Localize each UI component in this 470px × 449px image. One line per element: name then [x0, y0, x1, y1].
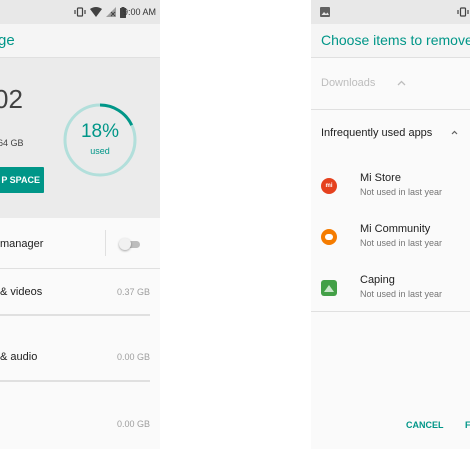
- apps-section-header[interactable]: Infrequently used apps: [311, 120, 470, 146]
- storage-used-number: 02: [0, 84, 23, 114]
- chevron-up-icon: [451, 130, 458, 135]
- status-time: 9:00 AM: [122, 7, 156, 17]
- toggle-thumb: [119, 238, 131, 250]
- app-item-caping[interactable]: Caping Not used in last year: [311, 274, 470, 314]
- caping-icon: [321, 280, 337, 296]
- storage-summary-card: 02 64 GB P SPACE 18% used: [0, 58, 160, 218]
- dialog-title: Choose items to remove: [321, 32, 470, 48]
- section-divider: [311, 109, 470, 110]
- free-up-space-label: P SPACE: [1, 175, 40, 185]
- storage-manager-toggle[interactable]: [119, 238, 141, 250]
- free-up-button[interactable]: F: [465, 420, 470, 430]
- app-name: Mi Community: [360, 223, 431, 235]
- apps-section-label: Infrequently used apps: [321, 127, 433, 139]
- image-notification-icon: [320, 7, 330, 17]
- storage-total-label: 64 GB: [0, 138, 24, 148]
- status-bar: [311, 0, 470, 24]
- app-item-mi-store[interactable]: mi Mi Store Not used in last year: [311, 172, 470, 212]
- downloads-section-header[interactable]: Downloads: [311, 70, 470, 96]
- status-bar: 9:00 AM: [0, 0, 160, 24]
- used-label: used: [90, 146, 110, 156]
- storage-manager-label: manager: [0, 238, 44, 250]
- mi-community-icon: [321, 229, 337, 245]
- app-name: Mi Store: [360, 172, 401, 184]
- videos-size: 0.37 GB: [116, 287, 150, 297]
- storage-screen: 9:00 AM ge 02 64 GB P SPACE 18% used man…: [0, 0, 160, 449]
- videos-progress-bar: [0, 314, 150, 316]
- app-status: Not used in last year: [360, 187, 443, 197]
- wifi-icon: [90, 7, 102, 17]
- app-status: Not used in last year: [360, 238, 443, 248]
- page-title: ge: [0, 32, 15, 49]
- app-bar: ge: [0, 24, 160, 58]
- list-divider: [311, 311, 470, 312]
- audio-size: 0.00 GB: [116, 352, 150, 362]
- videos-label: & videos: [0, 286, 43, 298]
- signal-icon: [106, 7, 116, 17]
- app-bar: Choose items to remove: [311, 24, 470, 58]
- status-icons: [74, 5, 126, 19]
- cancel-button[interactable]: CANCEL: [406, 420, 444, 430]
- vibrate-icon: [74, 7, 86, 17]
- app-name: Caping: [360, 274, 395, 286]
- storage-row-audio[interactable]: & audio 0.00 GB: [0, 324, 160, 389]
- chevron-up-icon: [397, 80, 406, 86]
- other-size: 0.00 GB: [116, 419, 150, 429]
- used-percent: 18%: [80, 121, 120, 142]
- app-item-mi-community[interactable]: Mi Community Not used in last year: [311, 223, 470, 263]
- downloads-label: Downloads: [321, 77, 376, 89]
- storage-row-other[interactable]: 0.00 GB: [0, 389, 160, 449]
- choose-items-dialog: Choose items to remove Downloads Infrequ…: [311, 0, 470, 449]
- audio-progress-bar: [0, 380, 150, 382]
- free-up-space-button[interactable]: P SPACE: [0, 167, 44, 193]
- audio-label: & audio: [0, 351, 38, 363]
- app-status: Not used in last year: [360, 289, 443, 299]
- storage-row-videos[interactable]: & videos 0.37 GB: [0, 269, 160, 324]
- vibrate-icon: [457, 7, 469, 17]
- toggle-divider: [105, 230, 106, 256]
- mi-store-icon: mi: [321, 178, 337, 194]
